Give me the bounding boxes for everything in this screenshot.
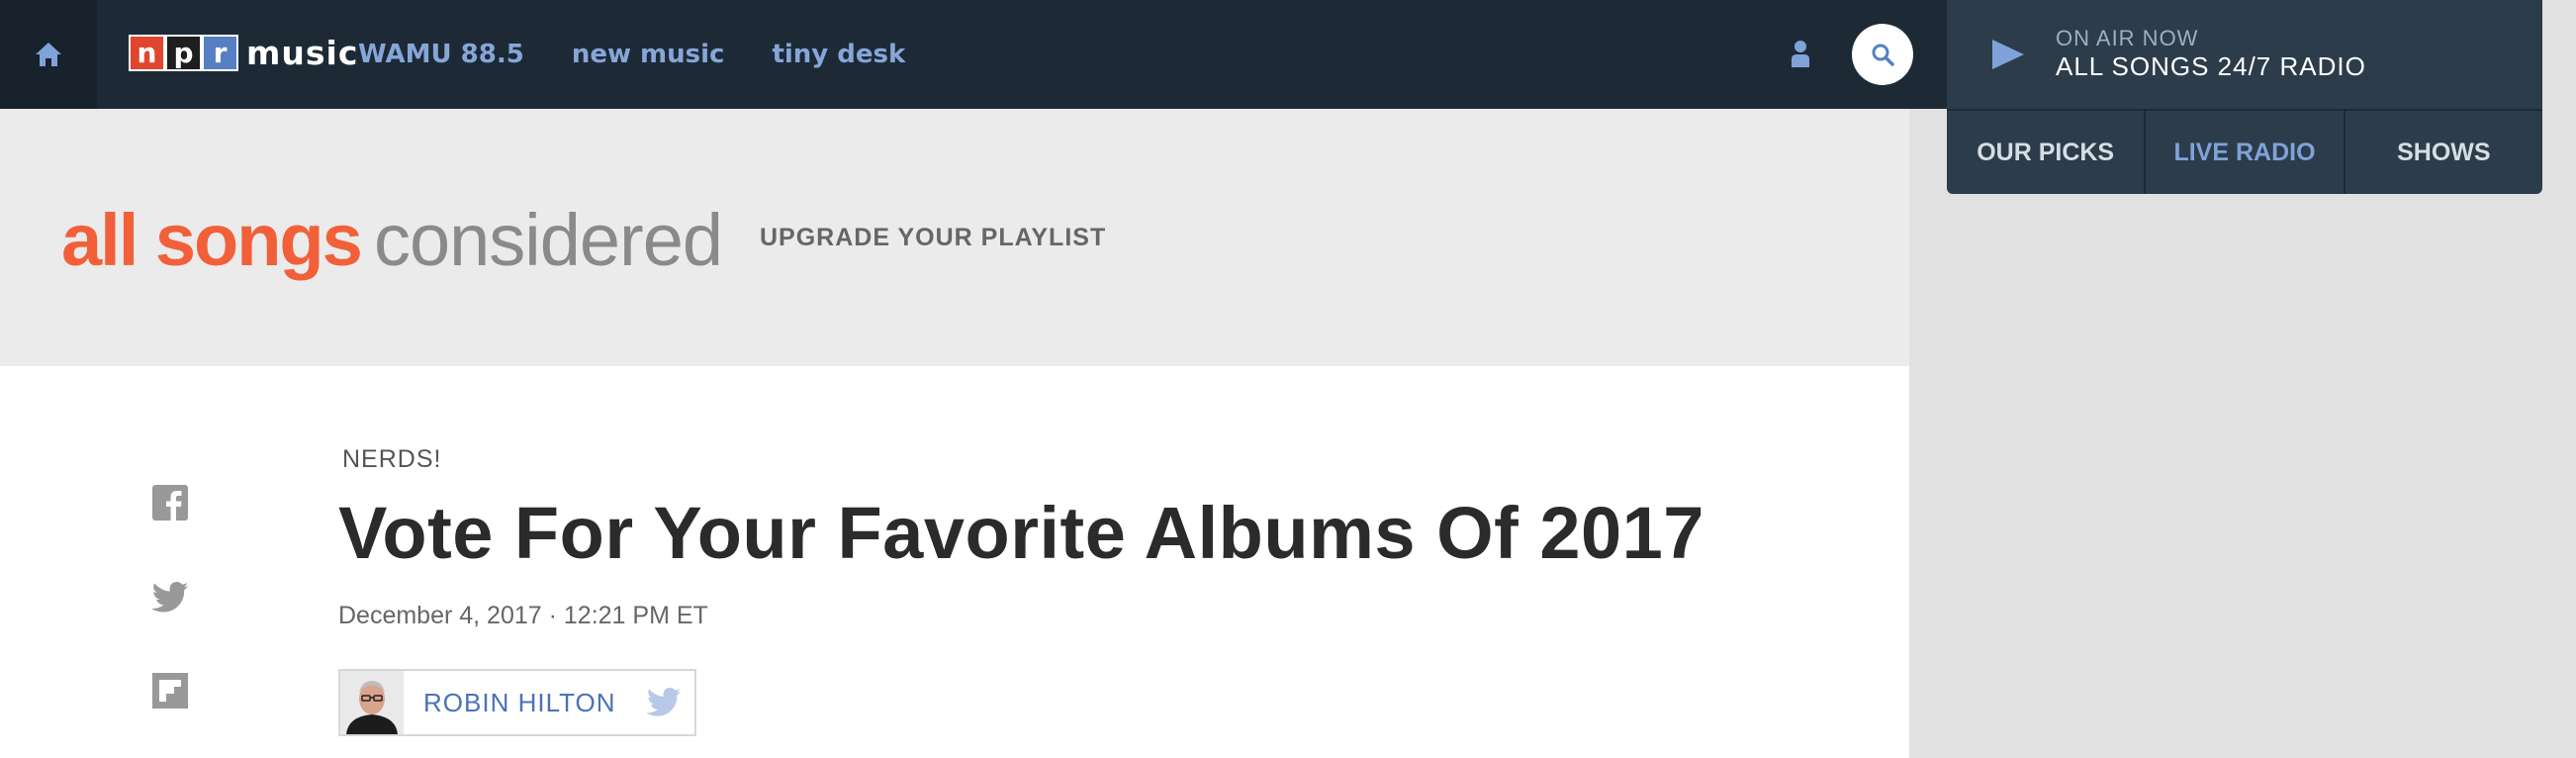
author-avatar[interactable] bbox=[340, 671, 404, 734]
share-flipboard-button[interactable] bbox=[150, 671, 190, 711]
primary-nav: WAMU 88.5 new music tiny desk bbox=[358, 0, 953, 109]
home-button[interactable] bbox=[0, 0, 97, 109]
on-air-label: ON AIR NOW bbox=[2056, 26, 2199, 50]
flipboard-icon bbox=[152, 673, 188, 709]
tab-live-radio[interactable]: LIVE RADIO bbox=[2146, 111, 2346, 194]
play-icon bbox=[1992, 40, 2024, 69]
home-icon bbox=[36, 43, 61, 66]
top-nav: n p r music WAMU 88.5 new music tiny des… bbox=[0, 0, 1947, 109]
play-button[interactable] bbox=[1988, 38, 2028, 71]
blog-banner: all songs considered UPGRADE YOUR PLAYLI… bbox=[0, 109, 1909, 366]
npr-logo-r: r bbox=[202, 34, 238, 71]
on-air-station[interactable]: ALL SONGS 24/7 RADIO bbox=[2056, 51, 2366, 82]
tab-our-picks[interactable]: OUR PICKS bbox=[1947, 111, 2147, 194]
blog-tagline: UPGRADE YOUR PLAYLIST bbox=[760, 224, 1107, 251]
user-account-button[interactable] bbox=[1782, 36, 1819, 73]
blog-title-bold[interactable]: all songs bbox=[61, 198, 363, 282]
user-icon bbox=[1792, 41, 1809, 67]
search-icon bbox=[1872, 44, 1894, 66]
npr-music-logo[interactable]: n p r music bbox=[129, 28, 358, 77]
share-twitter-button[interactable] bbox=[150, 578, 190, 617]
search-button[interactable] bbox=[1852, 24, 1913, 85]
npr-logo-n: n bbox=[129, 34, 165, 71]
radio-player: ON AIR NOW ALL SONGS 24/7 RADIO OUR PICK… bbox=[1947, 0, 2542, 194]
now-playing: ON AIR NOW ALL SONGS 24/7 RADIO bbox=[1947, 0, 2542, 109]
music-wordmark: music bbox=[246, 33, 359, 72]
blog-title-light[interactable]: considered bbox=[374, 198, 723, 282]
author-twitter-link[interactable] bbox=[645, 683, 686, 722]
share-facebook-button[interactable] bbox=[150, 483, 190, 522]
article-slug[interactable]: NERDS! bbox=[342, 445, 441, 474]
tab-shows[interactable]: SHOWS bbox=[2346, 111, 2542, 194]
player-tabs: OUR PICKS LIVE RADIO SHOWS bbox=[1947, 109, 2542, 194]
byline: ROBIN HILTON bbox=[338, 669, 696, 736]
author-name-link[interactable]: ROBIN HILTON bbox=[423, 688, 616, 718]
nav-link-tiny-desk[interactable]: tiny desk bbox=[772, 40, 905, 69]
nav-link-wamu[interactable]: WAMU 88.5 bbox=[358, 40, 524, 69]
article-dateline: December 4, 2017 · 12:21 PM ET bbox=[338, 602, 708, 629]
npr-logo-p: p bbox=[165, 34, 202, 71]
article-headline: Vote For Your Favorite Albums Of 2017 bbox=[338, 492, 1704, 574]
article: NERDS! Vote For Your Favorite Albums Of … bbox=[0, 366, 1909, 758]
nav-link-new-music[interactable]: new music bbox=[572, 40, 725, 69]
author-photo bbox=[340, 671, 404, 734]
twitter-icon bbox=[645, 688, 681, 716]
twitter-icon bbox=[151, 582, 188, 613]
facebook-icon bbox=[152, 485, 188, 521]
